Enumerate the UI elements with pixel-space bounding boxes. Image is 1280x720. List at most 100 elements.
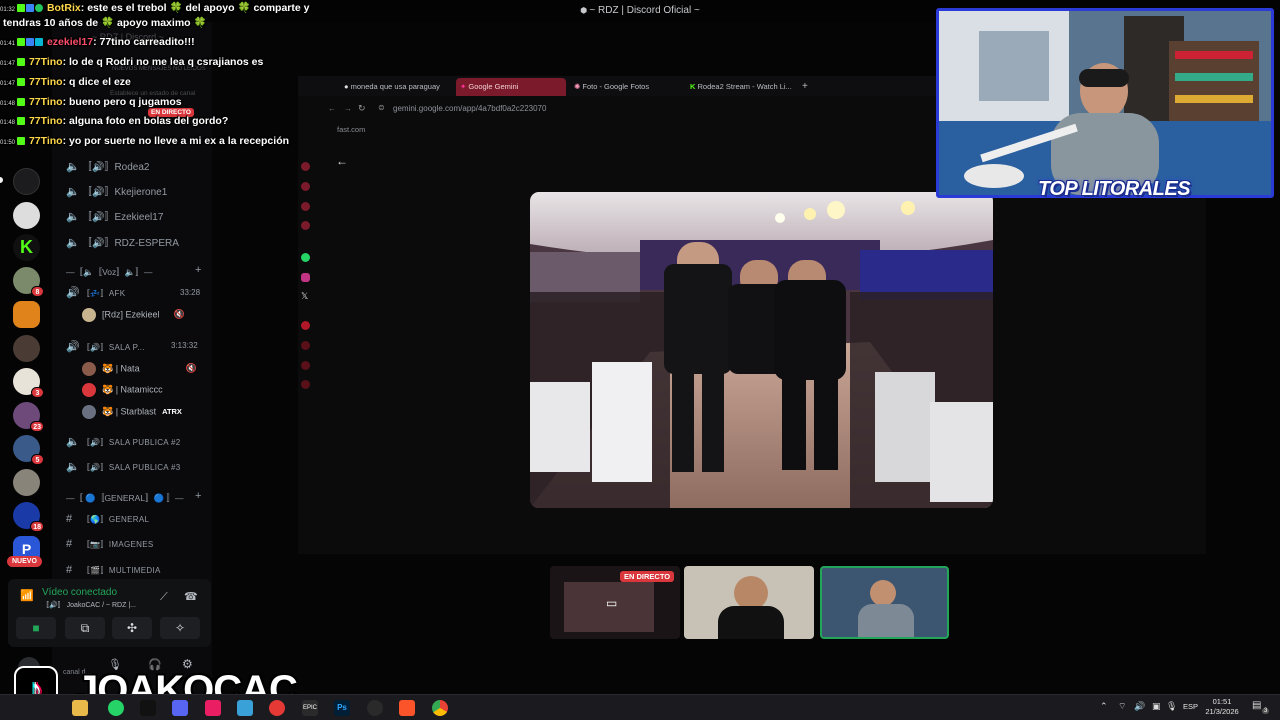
thumb-face	[870, 580, 896, 606]
soundboard-button[interactable]: ✧	[160, 617, 200, 639]
epic-games-icon[interactable]: EPIC	[302, 700, 318, 716]
voice-user[interactable]: [Rdz] Ezekieel 🔇	[82, 308, 185, 322]
site-info-icon[interactable]: ⊜	[378, 103, 385, 112]
text-channel-multimedia[interactable]: # 〚🎬〛MULTIMEDIA	[66, 564, 161, 576]
voice-channel-kkejierone1[interactable]: 🔈 〚🔊〛Kkejierone1	[66, 183, 167, 198]
forward-icon[interactable]: →	[344, 104, 352, 113]
server-icon-7[interactable]	[13, 469, 40, 496]
mic-tray-icon[interactable]: 🎙	[1166, 701, 1177, 712]
back-arrow-icon[interactable]: ←	[336, 154, 348, 168]
avatar	[82, 308, 96, 322]
tab-rodea2-stream[interactable]: K Rodea2 Stream - Watch Li...	[686, 78, 796, 96]
photoshop-icon[interactable]: Ps	[334, 700, 350, 716]
activities-button[interactable]: ✣	[112, 617, 152, 639]
tiktok-taskbar-icon[interactable]	[140, 700, 156, 716]
keyboard-language[interactable]: ESP	[1183, 702, 1198, 711]
voice-user[interactable]: 🐯 | Starblast ATRX	[82, 405, 182, 419]
muted-icon: 🔇	[185, 363, 197, 374]
server-icon-skull[interactable]	[13, 168, 40, 195]
speaker-active-icon: 🔊	[66, 341, 80, 353]
tab-moneda[interactable]: ● moneda que usa paraguay	[340, 78, 452, 96]
side-icon-2[interactable]	[301, 182, 310, 191]
add-channel-icon[interactable]: +	[195, 264, 201, 276]
voice-channel-name[interactable]: 〚🔊〛 JoakoCAC / ~ RDZ |...	[42, 600, 136, 610]
device-icon[interactable]: ▣	[1152, 701, 1161, 712]
url-field[interactable]: gemini.google.com/app/4a7bdf0a2c223070	[393, 104, 546, 113]
clock[interactable]: 01:51 21/3/2026	[1204, 697, 1240, 717]
voice-user[interactable]: 🐯 | Natamiccc	[82, 383, 163, 397]
speaker-icon: 🔈	[66, 161, 80, 173]
brave-icon[interactable]	[399, 700, 415, 716]
text-channel-imagenes[interactable]: # 〚📷〛IMAGENES	[66, 538, 154, 550]
server-icon-kick[interactable]: K	[13, 234, 40, 261]
server-icon-2[interactable]	[13, 301, 40, 328]
side-icon-5[interactable]	[301, 321, 310, 330]
bookmark-fast-com[interactable]: fast.com	[337, 125, 365, 134]
google-icon: ●	[344, 82, 351, 91]
instagram-icon[interactable]	[301, 273, 310, 282]
side-icon-4[interactable]	[301, 221, 310, 230]
side-icon-7[interactable]	[301, 361, 310, 370]
server-icon-4[interactable]: 3	[13, 368, 44, 398]
voice-user[interactable]: 🐯 | Nata 🔇	[82, 362, 197, 376]
stream-thumbnail-camera[interactable]	[684, 566, 814, 639]
webcam-overlay	[936, 8, 1274, 198]
back-icon[interactable]: ←	[328, 104, 336, 113]
general-category[interactable]: —〚 🔵〚GENERAL〛🔵 〛—	[66, 492, 184, 504]
noise-suppression-icon[interactable]: ⟋	[160, 591, 168, 604]
stream-thumbnail-screen[interactable]: ▭ EN DIRECTO	[550, 566, 680, 639]
browser-side-panel: 𝕏	[298, 120, 314, 554]
volume-icon[interactable]: 🔊	[1134, 701, 1145, 712]
server-icon-3[interactable]	[13, 335, 40, 362]
server-icon-8[interactable]: 18	[13, 502, 44, 532]
add-channel-icon[interactable]: +	[195, 490, 201, 502]
text-channel-general[interactable]: # 〚🌎〛GENERAL	[66, 513, 149, 525]
chat-message: 01:32 BotRix: este es el trebol 🍀 del ap…	[0, 2, 310, 14]
screen-share-button[interactable]: ⧉	[65, 617, 105, 639]
app-taskbar-icon-2[interactable]	[237, 700, 253, 716]
whatsapp-icon[interactable]	[301, 253, 310, 262]
wifi-icon[interactable]: ⌔	[1118, 701, 1126, 712]
app-taskbar-icon[interactable]	[205, 700, 221, 716]
sala-duration: 3:13:32	[171, 341, 198, 350]
voice-channel-ezekieel17[interactable]: 🔈 〚🔊〛Ezekieel17	[66, 208, 163, 223]
server-icon-1[interactable]: 8	[13, 267, 44, 297]
voice-category[interactable]: —〚🔈〚Voz〛🔈〛—	[66, 266, 152, 278]
voice-channel-sala-publica-3[interactable]: 🔈 〚🔊〛SALA PUBLICA #3	[66, 460, 181, 473]
voice-channel-sala-publica-2[interactable]: 🔈 〚🔊〛SALA PUBLICA #2	[66, 435, 181, 448]
server-icon-6[interactable]: 5	[13, 435, 44, 465]
side-icon-8[interactable]	[301, 380, 310, 389]
disconnect-icon[interactable]: ☎	[184, 590, 198, 603]
side-icon-3[interactable]	[301, 202, 310, 211]
chrome-icon[interactable]	[432, 700, 448, 716]
chat-message: 01:47 77Tino: lo de q Rodri no me lea q …	[0, 56, 264, 68]
server-icon-5[interactable]: 23	[13, 402, 44, 432]
muted-icon: 🔇	[173, 309, 185, 320]
chat-message: 01:41 ezekiel17: 77tino carreadito!!!	[0, 36, 195, 48]
whatsapp-taskbar-icon[interactable]	[108, 700, 124, 716]
app-taskbar-icon-3[interactable]	[269, 700, 285, 716]
voice-channel-afk[interactable]: 🔊 〚💤〛AFK	[66, 286, 125, 299]
voice-status: Vídeo conectado	[42, 587, 118, 598]
voice-channel-sala-p[interactable]: 🔊 〚🔊〛SALA P...	[66, 340, 145, 353]
side-icon-1[interactable]	[301, 162, 310, 171]
new-tab-button[interactable]: +	[798, 78, 812, 96]
stream-thumbnail-webcam[interactable]	[820, 566, 949, 639]
kick-badge-icon	[17, 98, 26, 107]
thumb-body	[858, 604, 914, 637]
tab-google-fotos[interactable]: ✺ Foto - Google Fotos	[570, 78, 682, 96]
server-icon-face[interactable]	[13, 202, 40, 229]
camera-button[interactable]: ■	[16, 617, 56, 639]
notification-icon[interactable]: ▤	[1252, 700, 1261, 711]
voice-channel-rodea2[interactable]: 🔈 〚🔊〛Rodea2	[66, 158, 149, 173]
tab-gemini[interactable]: ✦ Google Gemini	[456, 78, 566, 96]
tray-chevron-icon[interactable]: ⌃	[1100, 701, 1108, 712]
side-icon-6[interactable]	[301, 341, 310, 350]
file-explorer-icon[interactable]	[72, 700, 88, 716]
voice-channel-rdz-espera[interactable]: 🔈 〚🔊〛RDZ-ESPERA	[66, 234, 179, 249]
obs-icon[interactable]	[367, 700, 383, 716]
x-twitter-icon[interactable]: 𝕏	[301, 292, 310, 301]
reload-icon[interactable]: ↻	[358, 103, 366, 114]
discord-taskbar-icon[interactable]	[172, 700, 188, 716]
mention-badge: 5	[31, 454, 44, 465]
